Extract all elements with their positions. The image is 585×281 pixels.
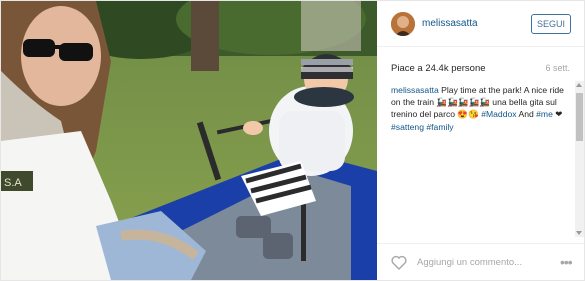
caption-scrollbar[interactable] bbox=[575, 81, 584, 237]
more-options-icon[interactable]: ••• bbox=[560, 255, 573, 269]
follow-button[interactable]: SEGUI bbox=[531, 14, 571, 34]
post-caption: melissasatta Play time at the park! A ni… bbox=[391, 84, 571, 133]
scroll-down-icon[interactable] bbox=[576, 231, 582, 235]
caption-blurred-emoji: 🚂🚂🚂🚂🚂 bbox=[436, 97, 490, 108]
hashtag-family[interactable]: #family bbox=[426, 122, 453, 132]
hashtag-maddox[interactable]: #Maddox bbox=[481, 109, 516, 119]
avatar-image bbox=[391, 12, 415, 36]
hashtag-me[interactable]: #me bbox=[536, 109, 553, 119]
post-footer: Aggiungi un commento... ••• bbox=[377, 243, 584, 280]
likes-count[interactable]: Piace a 24.4k persone bbox=[391, 63, 486, 74]
scroll-up-icon[interactable] bbox=[576, 83, 582, 87]
scrollbar-thumb[interactable] bbox=[576, 93, 583, 141]
instagram-post: S.A melissasatta SEGUI Piace a 24.4k per… bbox=[0, 0, 585, 281]
caption-heart: ❤ bbox=[552, 109, 563, 120]
post-photo[interactable]: S.A bbox=[1, 1, 377, 280]
caption-username[interactable]: melissasatta bbox=[391, 85, 439, 95]
username-link[interactable]: melissasatta bbox=[422, 18, 478, 29]
comment-input[interactable]: Aggiungi un commento... bbox=[417, 257, 522, 268]
caption-text-3: And bbox=[516, 109, 537, 120]
jacket-patch-text: S.A bbox=[4, 177, 22, 189]
post-header: melissasatta SEGUI bbox=[377, 1, 584, 47]
heart-icon[interactable] bbox=[391, 255, 407, 270]
post-sidebar: melissasatta SEGUI Piace a 24.4k persone… bbox=[377, 1, 584, 280]
photo-illustration: S.A bbox=[1, 1, 377, 280]
post-time[interactable]: 6 sett. bbox=[545, 63, 570, 73]
avatar[interactable] bbox=[391, 12, 415, 36]
hashtag-satteng[interactable]: #satteng bbox=[391, 122, 424, 132]
